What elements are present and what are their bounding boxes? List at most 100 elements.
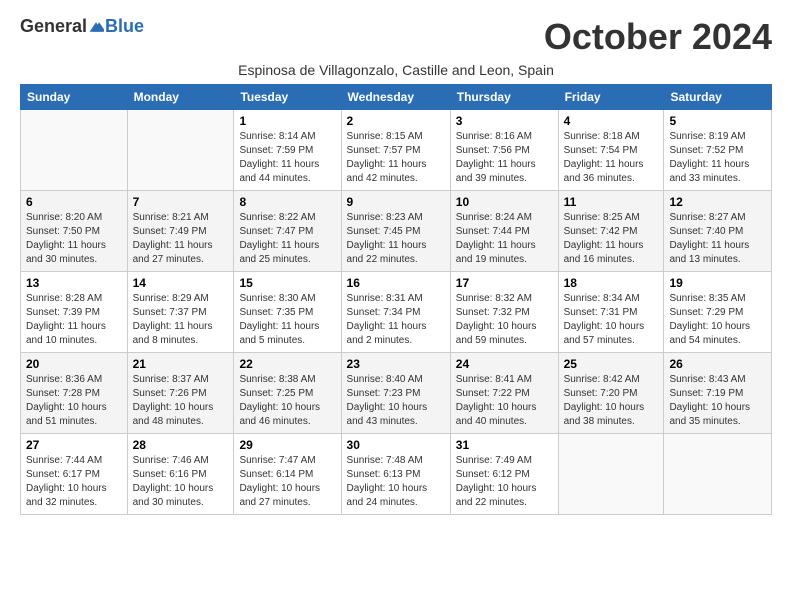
calendar-table: SundayMondayTuesdayWednesdayThursdayFrid… <box>20 84 772 515</box>
calendar-cell: 16 Sunrise: 8:31 AM Sunset: 7:34 PM Dayli… <box>341 272 450 353</box>
day-number: 28 <box>133 438 229 452</box>
day-number: 6 <box>26 195 122 209</box>
calendar-cell <box>664 434 772 515</box>
day-number: 11 <box>564 195 659 209</box>
calendar-cell <box>21 110 128 191</box>
day-info: Sunrise: 8:42 AM Sunset: 7:20 PM Dayligh… <box>564 373 659 429</box>
day-info: Sunrise: 7:49 AM Sunset: 6:12 PM Dayligh… <box>456 454 553 510</box>
calendar-cell: 22 Sunrise: 8:38 AM Sunset: 7:25 PM Dayli… <box>234 353 341 434</box>
calendar-cell: 24 Sunrise: 8:41 AM Sunset: 7:22 PM Dayli… <box>450 353 558 434</box>
day-number: 26 <box>669 357 766 371</box>
day-info: Sunrise: 8:30 AM Sunset: 7:35 PM Dayligh… <box>239 292 335 348</box>
page-header: General Blue October 2024 <box>20 16 772 58</box>
column-header-thursday: Thursday <box>450 85 558 110</box>
calendar-cell: 4Sunrise: 8:18 AM Sunset: 7:54 PM Daylig… <box>558 110 664 191</box>
calendar-cell: 3 Sunrise: 8:16 AM Sunset: 7:56 PM Daylig… <box>450 110 558 191</box>
day-number: 29 <box>239 438 335 452</box>
day-number: 22 <box>239 357 335 371</box>
day-number: 3 <box>456 114 553 128</box>
column-header-monday: Monday <box>127 85 234 110</box>
day-number: 9 <box>347 195 445 209</box>
day-info: Sunrise: 8:31 AM Sunset: 7:34 PM Dayligh… <box>347 292 445 348</box>
calendar-cell: 7 Sunrise: 8:21 AM Sunset: 7:49 PM Daylig… <box>127 191 234 272</box>
day-number: 8 <box>239 195 335 209</box>
day-info: Sunrise: 8:22 AM Sunset: 7:47 PM Dayligh… <box>239 211 335 267</box>
day-info: Sunrise: 8:25 AM Sunset: 7:42 PM Dayligh… <box>564 211 659 267</box>
calendar-cell: 19 Sunrise: 8:35 AM Sunset: 7:29 PM Dayli… <box>664 272 772 353</box>
calendar-week-row: 6 Sunrise: 8:20 AM Sunset: 7:50 PM Daylig… <box>21 191 772 272</box>
calendar-cell: 9 Sunrise: 8:23 AM Sunset: 7:45 PM Daylig… <box>341 191 450 272</box>
day-info: Sunrise: 7:47 AM Sunset: 6:14 PM Dayligh… <box>239 454 335 510</box>
day-number: 17 <box>456 276 553 290</box>
calendar-cell: 5Sunrise: 8:19 AM Sunset: 7:52 PM Daylig… <box>664 110 772 191</box>
calendar-cell: 15 Sunrise: 8:30 AM Sunset: 7:35 PM Dayli… <box>234 272 341 353</box>
day-info: Sunrise: 8:35 AM Sunset: 7:29 PM Dayligh… <box>669 292 766 348</box>
day-info: Sunrise: 8:37 AM Sunset: 7:26 PM Dayligh… <box>133 373 229 429</box>
day-number: 20 <box>26 357 122 371</box>
day-number: 13 <box>26 276 122 290</box>
calendar-cell: 18 Sunrise: 8:34 AM Sunset: 7:31 PM Dayli… <box>558 272 664 353</box>
day-info: Sunrise: 8:34 AM Sunset: 7:31 PM Dayligh… <box>564 292 659 348</box>
day-number: 23 <box>347 357 445 371</box>
column-header-sunday: Sunday <box>21 85 128 110</box>
calendar-week-row: 1 Sunrise: 8:14 AM Sunset: 7:59 PM Daylig… <box>21 110 772 191</box>
calendar-cell: 1 Sunrise: 8:14 AM Sunset: 7:59 PM Daylig… <box>234 110 341 191</box>
calendar-week-row: 20 Sunrise: 8:36 AM Sunset: 7:28 PM Dayli… <box>21 353 772 434</box>
day-info: Sunrise: 8:20 AM Sunset: 7:50 PM Dayligh… <box>26 211 122 267</box>
calendar-cell: 25Sunrise: 8:42 AM Sunset: 7:20 PM Dayli… <box>558 353 664 434</box>
day-info: Sunrise: 8:40 AM Sunset: 7:23 PM Dayligh… <box>347 373 445 429</box>
calendar-cell: 31 Sunrise: 7:49 AM Sunset: 6:12 PM Dayli… <box>450 434 558 515</box>
calendar-cell: 11 Sunrise: 8:25 AM Sunset: 7:42 PM Dayli… <box>558 191 664 272</box>
calendar-cell <box>127 110 234 191</box>
calendar-cell: 23 Sunrise: 8:40 AM Sunset: 7:23 PM Dayli… <box>341 353 450 434</box>
day-number: 4 <box>564 114 659 128</box>
day-number: 21 <box>133 357 229 371</box>
day-info: Sunrise: 8:21 AM Sunset: 7:49 PM Dayligh… <box>133 211 229 267</box>
calendar-cell: 21 Sunrise: 8:37 AM Sunset: 7:26 PM Dayli… <box>127 353 234 434</box>
column-header-wednesday: Wednesday <box>341 85 450 110</box>
calendar-week-row: 13 Sunrise: 8:28 AM Sunset: 7:39 PM Dayli… <box>21 272 772 353</box>
day-number: 7 <box>133 195 229 209</box>
day-number: 16 <box>347 276 445 290</box>
day-info: Sunrise: 7:46 AM Sunset: 6:16 PM Dayligh… <box>133 454 229 510</box>
day-info: Sunrise: 8:41 AM Sunset: 7:22 PM Dayligh… <box>456 373 553 429</box>
day-info: Sunrise: 8:15 AM Sunset: 7:57 PM Dayligh… <box>347 130 445 186</box>
day-number: 15 <box>239 276 335 290</box>
calendar-cell: 27Sunrise: 7:44 AM Sunset: 6:17 PM Dayli… <box>21 434 128 515</box>
day-number: 2 <box>347 114 445 128</box>
day-number: 30 <box>347 438 445 452</box>
day-info: Sunrise: 8:24 AM Sunset: 7:44 PM Dayligh… <box>456 211 553 267</box>
calendar-header-row: SundayMondayTuesdayWednesdayThursdayFrid… <box>21 85 772 110</box>
calendar-cell: 6 Sunrise: 8:20 AM Sunset: 7:50 PM Daylig… <box>21 191 128 272</box>
logo-blue-text: Blue <box>105 16 144 37</box>
day-number: 19 <box>669 276 766 290</box>
day-number: 24 <box>456 357 553 371</box>
day-info: Sunrise: 8:27 AM Sunset: 7:40 PM Dayligh… <box>669 211 766 267</box>
calendar-cell <box>558 434 664 515</box>
day-info: Sunrise: 8:38 AM Sunset: 7:25 PM Dayligh… <box>239 373 335 429</box>
calendar-cell: 10Sunrise: 8:24 AM Sunset: 7:44 PM Dayli… <box>450 191 558 272</box>
day-info: Sunrise: 8:16 AM Sunset: 7:56 PM Dayligh… <box>456 130 553 186</box>
day-info: Sunrise: 8:14 AM Sunset: 7:59 PM Dayligh… <box>239 130 335 186</box>
day-number: 12 <box>669 195 766 209</box>
day-info: Sunrise: 7:48 AM Sunset: 6:13 PM Dayligh… <box>347 454 445 510</box>
logo: General Blue <box>20 16 144 37</box>
column-header-tuesday: Tuesday <box>234 85 341 110</box>
day-info: Sunrise: 8:23 AM Sunset: 7:45 PM Dayligh… <box>347 211 445 267</box>
location-subtitle: Espinosa de Villagonzalo, Castille and L… <box>20 62 772 78</box>
calendar-cell: 20 Sunrise: 8:36 AM Sunset: 7:28 PM Dayli… <box>21 353 128 434</box>
calendar-cell: 12 Sunrise: 8:27 AM Sunset: 7:40 PM Dayli… <box>664 191 772 272</box>
day-number: 18 <box>564 276 659 290</box>
calendar-cell: 28 Sunrise: 7:46 AM Sunset: 6:16 PM Dayli… <box>127 434 234 515</box>
day-number: 27 <box>26 438 122 452</box>
day-info: Sunrise: 8:43 AM Sunset: 7:19 PM Dayligh… <box>669 373 766 429</box>
day-number: 1 <box>239 114 335 128</box>
logo-general-text: General <box>20 16 87 37</box>
day-info: Sunrise: 8:36 AM Sunset: 7:28 PM Dayligh… <box>26 373 122 429</box>
day-number: 31 <box>456 438 553 452</box>
calendar-cell: 29 Sunrise: 7:47 AM Sunset: 6:14 PM Dayli… <box>234 434 341 515</box>
calendar-cell: 2 Sunrise: 8:15 AM Sunset: 7:57 PM Daylig… <box>341 110 450 191</box>
day-info: Sunrise: 8:19 AM Sunset: 7:52 PM Dayligh… <box>669 130 766 186</box>
logo-icon <box>88 19 104 35</box>
day-info: Sunrise: 8:28 AM Sunset: 7:39 PM Dayligh… <box>26 292 122 348</box>
